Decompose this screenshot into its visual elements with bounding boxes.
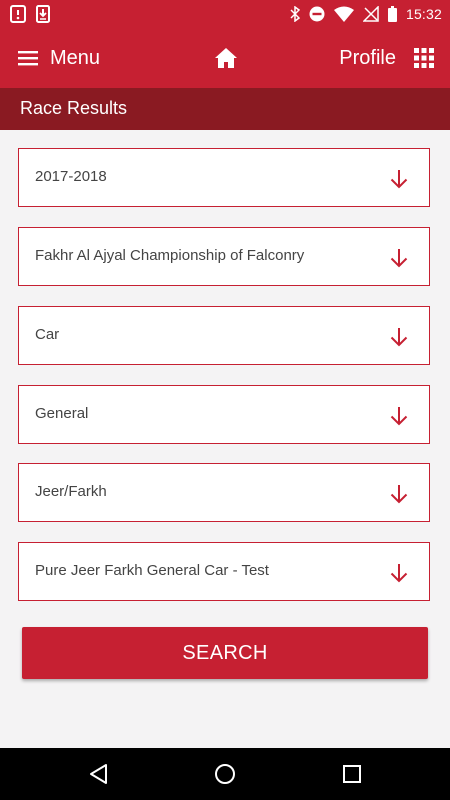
dropdown-value: Car	[35, 326, 60, 343]
season-dropdown[interactable]: 2017-2018	[18, 148, 430, 207]
dropdown-value: Pure Jeer Farkh General Car - Test	[35, 562, 269, 579]
home-circle-icon[interactable]	[214, 763, 236, 785]
recents-icon[interactable]	[341, 763, 363, 785]
home-icon	[215, 48, 237, 68]
back-icon[interactable]	[88, 763, 110, 785]
type-dropdown[interactable]: General	[18, 385, 430, 444]
status-time: 15:32	[405, 6, 442, 22]
battery-icon	[387, 6, 397, 22]
profile-label: Profile	[339, 46, 396, 69]
grid-icon	[414, 48, 434, 68]
arrow-down-icon	[390, 407, 408, 426]
search-label: SEARCH	[182, 641, 268, 664]
download-icon	[36, 5, 50, 23]
race-dropdown[interactable]: Pure Jeer Farkh General Car - Test	[18, 542, 430, 601]
arrow-down-icon	[390, 249, 408, 268]
profile-button[interactable]: Profile	[339, 44, 396, 72]
section-header: Race Results	[0, 88, 450, 130]
falcon-class-dropdown[interactable]: Jeer/Farkh	[18, 463, 430, 522]
status-bar: 15:32	[0, 0, 450, 28]
navigation-bar	[0, 748, 450, 800]
wifi-icon	[333, 6, 354, 22]
app-bar: Menu Profile	[0, 28, 450, 88]
hamburger-icon	[18, 51, 38, 66]
home-button[interactable]	[213, 45, 239, 71]
notification-icon	[10, 5, 26, 23]
menu-button[interactable]: Menu	[18, 44, 100, 72]
apps-grid-button[interactable]	[413, 47, 435, 69]
no-signal-icon	[362, 6, 379, 22]
status-left	[10, 5, 50, 23]
status-right: 15:32	[290, 4, 442, 24]
dropdown-value: Jeer/Farkh	[35, 483, 107, 500]
menu-label: Menu	[50, 46, 101, 69]
arrow-down-icon	[390, 328, 408, 347]
category-dropdown[interactable]: Car	[18, 306, 430, 365]
search-button[interactable]: SEARCH	[22, 627, 428, 679]
arrow-down-icon	[390, 564, 408, 583]
dropdown-value: 2017-2018	[35, 168, 107, 185]
page-title: Race Results	[20, 98, 128, 118]
championship-dropdown[interactable]: Fakhr Al Ajyal Championship of Falconry	[18, 227, 430, 286]
arrow-down-icon	[390, 170, 408, 189]
dropdown-value: General	[35, 405, 89, 422]
bluetooth-icon	[290, 6, 300, 22]
do-not-disturb-icon	[309, 6, 325, 22]
arrow-down-icon	[390, 485, 408, 504]
dropdown-value: Fakhr Al Ajyal Championship of Falconry	[35, 247, 305, 264]
